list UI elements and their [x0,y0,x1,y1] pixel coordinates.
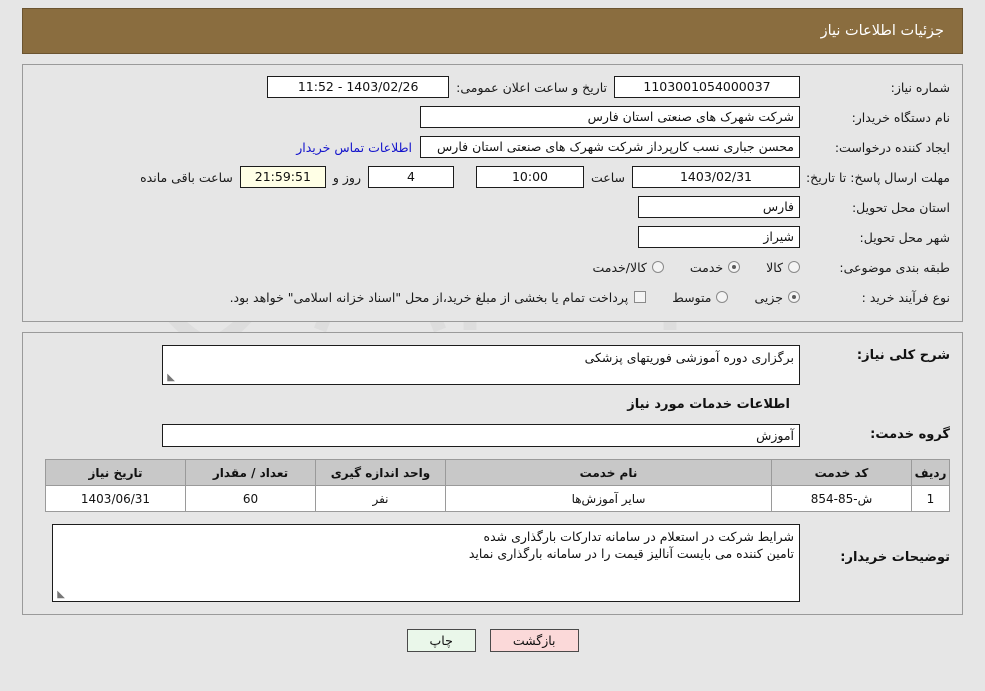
days-remaining-label: روز و [332,169,361,185]
general-description-label: شرح کلی نیاز: [856,348,950,363]
deadline-time-label: ساعت [590,169,625,185]
need-number-field[interactable]: 1103001054000037 [614,76,800,98]
cell-code: ش-85-854 [771,485,912,512]
col-need-date: تاریخ نیاز [45,459,186,486]
radio-subject-service-dot[interactable] [728,261,741,273]
col-unit: واحد اندازه گیری [315,459,446,486]
need-summary-panel: شماره نیاز: 1103001054000037 تاریخ و ساع… [22,64,963,322]
radio-subject-service[interactable]: خدمت [689,259,741,275]
row-service-group: گروه خدمت: آموزش [35,424,950,447]
deadline-time-field[interactable]: 10:00 [475,166,584,188]
countdown-clock-field: 21:59:51 [239,166,326,188]
col-name: نام خدمت [445,459,772,486]
radio-subject-goods-service-label: کالا/خدمت [592,259,647,275]
service-items-table: ردیف کد خدمت نام خدمت واحد اندازه گیری ت… [45,459,950,512]
cell-index: 1 [911,485,950,512]
public-announcement-label: تاریخ و ساعت اعلان عمومی: [456,79,607,95]
back-button[interactable]: بازگشت [489,629,579,652]
purchase-process-label: نوع فرآیند خرید : [861,289,950,305]
cell-name: سایر آموزش‌ها [445,485,772,512]
buyer-notes-line-2: تامین کننده می بایست آنالیز قیمت را در س… [468,546,794,561]
service-group-label: گروه خدمت: [870,427,950,442]
radio-process-minor-dot[interactable] [788,291,800,303]
radio-process-minor[interactable]: جزیی [754,290,800,305]
response-deadline-label: مهلت ارسال پاسخ: تا تاریخ: [805,169,950,185]
row-buyer-notes: توضیحات خریدار: شرایط شرکت در استعلام در… [35,524,950,602]
col-quantity: تعداد / مقدار [185,459,316,486]
buyer-org-field[interactable]: شرکت شهرک های صنعتی استان فارس [420,106,800,128]
row-buyer-org: نام دستگاه خریدار: شرکت شهرک های صنعتی ا… [35,105,950,129]
row-response-deadline: مهلت ارسال پاسخ: تا تاریخ: 1403/02/31 سا… [35,165,950,189]
row-general-description: شرح کلی نیاز: برگزاری دوره آموزشی فوریته… [35,345,950,385]
row-delivery-province: استان محل تحویل: فارس [35,195,950,219]
radio-process-minor-label: جزیی [754,289,783,305]
cell-quantity: 60 [185,485,316,512]
radio-subject-service-label: خدمت [689,259,724,275]
resize-grip-icon[interactable]: ◣ [165,373,175,383]
row-delivery-city: شهر محل تحویل: شیراز [35,225,950,249]
row-need-number: شماره نیاز: 1103001054000037 تاریخ و ساع… [35,75,950,99]
radio-process-medium-label: متوسط [672,289,712,305]
row-request-creator: ایجاد کننده درخواست: محسن جباری نسب کارپ… [35,135,950,159]
buyer-contact-link[interactable]: اطلاعات تماس خریدار [296,140,420,155]
delivery-province-label: استان محل تحویل: [851,199,950,215]
treasury-bond-checkbox[interactable] [634,291,647,303]
days-remaining-field: 4 [367,166,454,188]
cell-unit: نفر [315,485,446,512]
delivery-city-field[interactable]: شیراز [638,226,800,248]
radio-process-medium[interactable]: متوسط [672,289,729,305]
buyer-notes-textarea[interactable]: شرایط شرکت در استعلام در سامانه تدارکات … [52,524,800,602]
need-details-panel: شرح کلی نیاز: برگزاری دوره آموزشی فوریته… [22,332,963,615]
delivery-city-label: شهر محل تحویل: [859,229,950,245]
radio-subject-goods-service-dot[interactable] [651,261,664,273]
radio-subject-goods-dot[interactable] [788,261,800,273]
col-index: ردیف [911,459,950,486]
page-root: جزئیات اطلاعات نیاز شماره نیاز: 11030010… [0,0,985,691]
radio-subject-goods[interactable]: کالا [766,260,800,275]
radio-subject-goods-service[interactable]: کالا/خدمت [592,259,664,275]
resize-grip-icon[interactable]: ◣ [55,590,65,600]
buyer-org-label: نام دستگاه خریدار: [851,109,950,125]
general-description-value: برگزاری دوره آموزشی فوریتهای پزشکی [584,350,794,365]
delivery-province-field[interactable]: فارس [638,196,800,218]
request-creator-field[interactable]: محسن جباری نسب کارپرداز شرکت شهرک های صن… [420,136,800,158]
treasury-bond-note: پرداخت تمام یا بخشی از مبلغ خرید،از محل … [229,289,629,305]
print-button[interactable]: چاپ [406,629,476,652]
service-group-field[interactable]: آموزش [162,424,800,447]
subject-category-label: طبقه بندی موضوعی: [839,259,950,275]
general-description-textarea[interactable]: برگزاری دوره آموزشی فوریتهای پزشکی ◣ [162,345,800,385]
public-announcement-field[interactable]: 1403/02/26 - 11:52 [267,76,450,98]
cell-need-date: 1403/06/31 [45,485,186,512]
page-header: جزئیات اطلاعات نیاز [22,8,963,54]
page-title: جزئیات اطلاعات نیاز [820,23,944,39]
radio-process-medium-dot[interactable] [716,291,729,303]
deadline-date-field[interactable]: 1403/02/31 [632,166,800,188]
row-purchase-process: نوع فرآیند خرید : جزیی متوسط پرداخت تمام… [35,285,950,309]
request-creator-label: ایجاد کننده درخواست: [834,139,950,155]
row-subject-category: طبقه بندی موضوعی: کالا خدمت کالا/خدمت [35,255,950,279]
need-number-label: شماره نیاز: [890,79,950,95]
table-row: 1 ش-85-854 سایر آموزش‌ها نفر 60 1403/06/… [45,485,950,512]
footer-actions: بازگشت چاپ [0,629,985,652]
col-code: کد خدمت [771,459,912,486]
remaining-hours-label: ساعت باقی مانده [140,169,233,185]
radio-subject-goods-label: کالا [766,259,783,275]
buyer-notes-label: توضیحات خریدار: [840,550,950,565]
services-section-title: اطلاعات خدمات مورد نیاز [627,397,790,412]
buyer-notes-line-1: شرایط شرکت در استعلام در سامانه تدارکات … [483,529,794,544]
table-header-row: ردیف کد خدمت نام خدمت واحد اندازه گیری ت… [45,459,950,486]
